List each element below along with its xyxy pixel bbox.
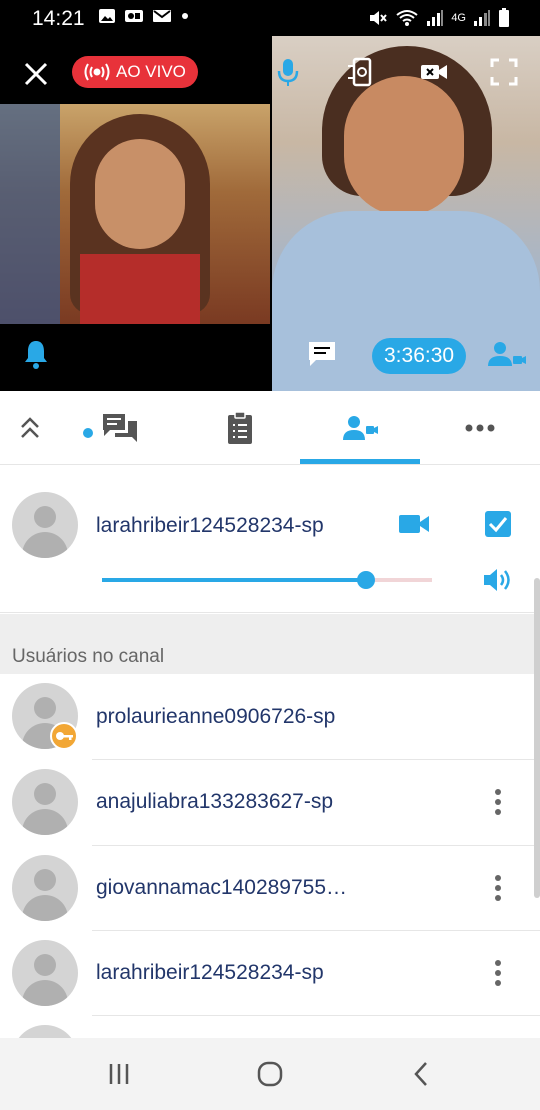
user-name: prolaurieanne0906726-sp (96, 705, 336, 728)
scrollbar[interactable] (534, 578, 540, 898)
section-header: Usuários no canal (0, 614, 540, 674)
video-notification-icon (125, 10, 143, 22)
broadcast-icon (84, 63, 110, 81)
user-camera-icon (343, 416, 378, 440)
list-item[interactable]: giovannamac140289755… (0, 846, 540, 931)
screen: 14:21 4G AO VIVO 3:36:30 larahribeir1245… (0, 0, 540, 1110)
tab-chat[interactable] (90, 391, 150, 465)
network-type-label: 4G (451, 12, 466, 24)
chat-icon (103, 414, 137, 442)
tab-users[interactable] (300, 391, 420, 465)
microphone-icon[interactable] (272, 56, 304, 88)
more-vertical-icon[interactable] (488, 958, 508, 988)
live-badge: AO VIVO (72, 56, 198, 88)
owner-key-badge (50, 722, 78, 750)
list-item[interactable]: larahribeir124528234-sp (0, 931, 540, 1016)
back-icon[interactable] (406, 1058, 438, 1090)
section-title: Usuários no canal (12, 646, 165, 667)
active-tab-indicator (300, 459, 420, 464)
double-chevron-up-icon (21, 417, 39, 438)
wifi-icon (396, 10, 418, 26)
tab-more[interactable] (450, 391, 510, 465)
tab-clipboard[interactable] (210, 391, 270, 465)
list-item[interactable] (0, 1016, 540, 1038)
avatar (12, 769, 78, 835)
chat-notification-dot (83, 428, 93, 438)
recent-apps-icon[interactable] (103, 1058, 135, 1090)
list-item[interactable]: anajuliabra133283627-sp (0, 760, 540, 845)
user-name: larahribeir124528234-sp (96, 961, 324, 984)
signal-icon (427, 10, 444, 26)
key-icon (56, 732, 73, 740)
selected-user-name: larahribeir124528234-sp (96, 514, 324, 537)
mute-icon (370, 11, 388, 25)
signal-icon (474, 10, 490, 26)
user-camera-overlay-icon[interactable] (486, 338, 526, 370)
video-area: AO VIVO 3:36:30 (0, 36, 540, 391)
checkbox-checked-icon[interactable] (484, 510, 512, 538)
volume-slider-fill (102, 578, 366, 582)
status-time: 14:21 (32, 7, 85, 30)
avatar (12, 1025, 78, 1038)
user-name: anajuliabra133283627-sp (96, 790, 334, 813)
tab-bar (0, 391, 540, 465)
bell-icon[interactable] (22, 338, 50, 370)
selected-user-card: larahribeir124528234-sp (0, 465, 540, 613)
system-nav-bar (0, 1038, 540, 1110)
video-camera-off-icon[interactable] (418, 56, 450, 88)
switch-camera-icon[interactable] (345, 56, 377, 88)
dot-icon (182, 13, 188, 19)
video-camera-icon[interactable] (398, 512, 430, 536)
avatar (12, 940, 78, 1006)
user-name: giovannamac140289755… (96, 876, 348, 899)
chat-overlay-icon[interactable] (306, 338, 338, 370)
home-icon[interactable] (254, 1058, 286, 1090)
more-vertical-icon[interactable] (488, 787, 508, 817)
image-icon (99, 9, 115, 23)
close-icon[interactable] (22, 60, 50, 88)
call-timer: 3:36:30 (372, 338, 467, 374)
avatar (12, 492, 78, 558)
tab-expand[interactable] (0, 391, 60, 465)
avatar (12, 855, 78, 921)
volume-icon[interactable] (482, 566, 514, 594)
more-vertical-icon[interactable] (488, 873, 508, 903)
more-horizontal-icon (465, 424, 495, 432)
remote-video-feed[interactable] (0, 104, 270, 324)
clipboard-icon (228, 411, 252, 444)
fullscreen-icon[interactable] (488, 56, 520, 88)
volume-slider-thumb[interactable] (357, 571, 375, 589)
status-bar: 14:21 4G (0, 0, 540, 36)
live-label: AO VIVO (116, 62, 186, 81)
list-item[interactable]: prolaurieanne0906726-sp (0, 674, 540, 759)
mail-icon (153, 10, 171, 22)
battery-icon (499, 8, 509, 27)
